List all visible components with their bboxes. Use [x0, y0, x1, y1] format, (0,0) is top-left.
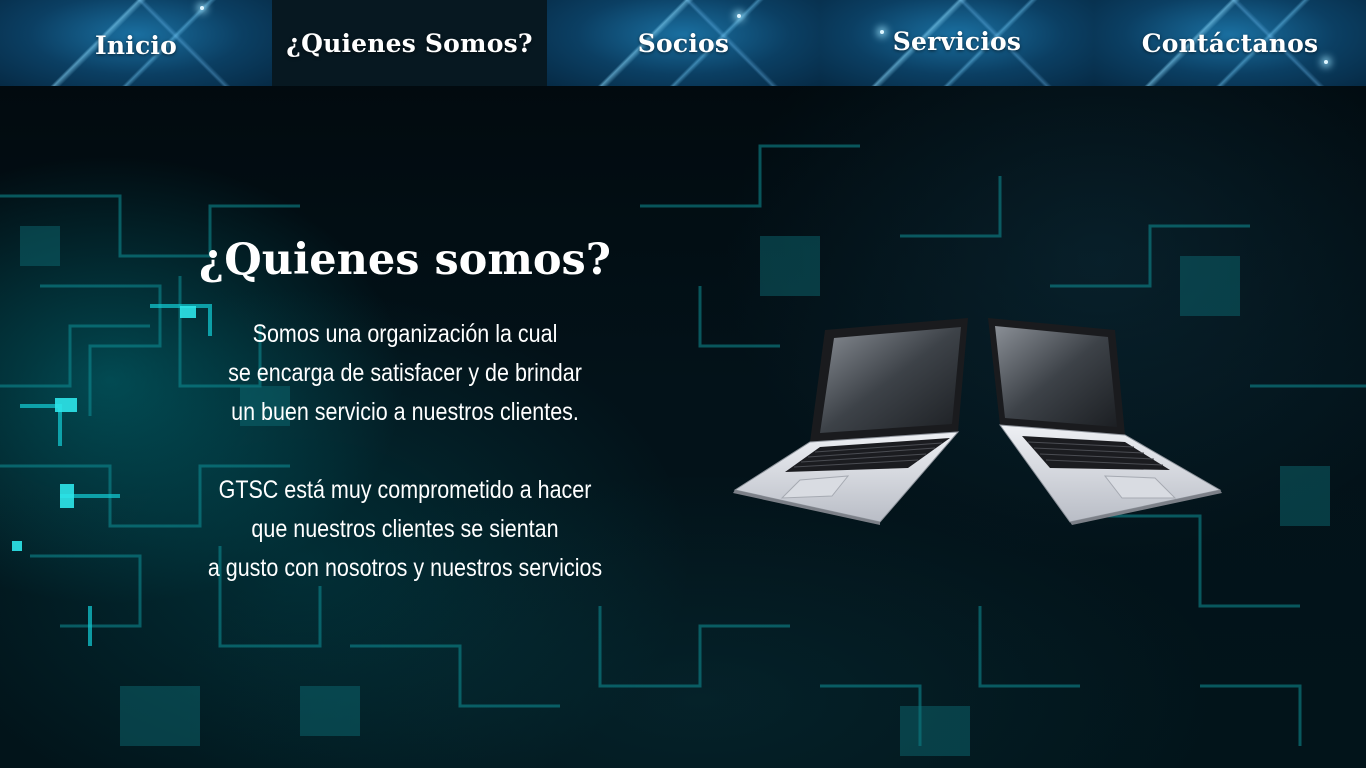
nav-item-label: Contáctanos — [1141, 28, 1319, 58]
top-navigation: Inicio ¿Quienes Somos? Socios Servicios … — [0, 0, 1366, 86]
laptop-left — [733, 318, 968, 525]
about-paragraph-1: Somos una organización la cual se encarg… — [177, 315, 633, 432]
nav-item-servicios[interactable]: Servicios — [820, 0, 1094, 86]
nav-item-label: ¿Quienes Somos? — [286, 28, 533, 58]
nav-item-inicio[interactable]: Inicio — [0, 0, 272, 86]
text-line: GTSC está muy comprometido a hacer — [218, 475, 592, 504]
nav-item-label: Inicio — [95, 30, 177, 60]
nav-item-socios[interactable]: Socios — [547, 0, 820, 86]
about-section: ¿Quienes somos? Somos una organización l… — [140, 235, 670, 588]
nav-item-quienes-somos[interactable]: ¿Quienes Somos? — [272, 0, 547, 86]
page-title: ¿Quienes somos? — [199, 235, 611, 285]
text-line: que nuestros clientes se sientan — [251, 514, 559, 543]
laptop-right — [988, 318, 1222, 525]
about-paragraph-2: GTSC está muy comprometido a hacer que n… — [177, 471, 633, 588]
text-line: a gusto con nosotros y nuestros servicio… — [207, 553, 603, 582]
laptops-illustration — [733, 318, 1222, 525]
text-line: se encarga de satisfacer y de brindar — [228, 358, 582, 387]
nav-item-label: Servicios — [892, 26, 1022, 56]
page: Inicio ¿Quienes Somos? Socios Servicios … — [0, 0, 1366, 768]
text-line: Somos una organización la cual — [252, 319, 558, 348]
nav-item-label: Socios — [637, 28, 730, 58]
text-line: un buen servicio a nuestros clientes. — [231, 397, 579, 426]
nav-item-contactanos[interactable]: Contáctanos — [1094, 0, 1366, 86]
